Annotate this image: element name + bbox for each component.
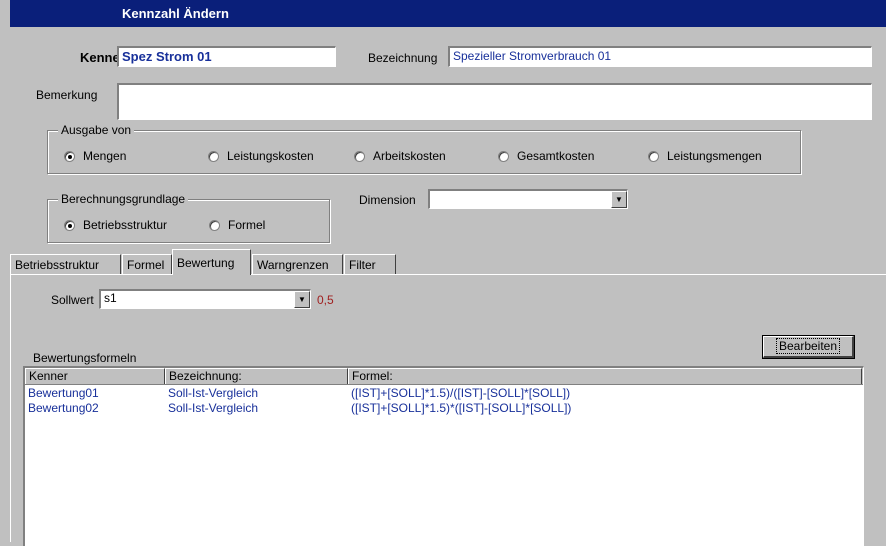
ausgabe-legend: Ausgabe von — [58, 123, 135, 137]
sollwert-label: Sollwert — [51, 293, 94, 307]
radio-label: Betriebsstruktur — [83, 218, 168, 232]
radio-indicator — [208, 150, 219, 162]
title-bar: Kennzahl Ändern — [10, 0, 886, 27]
chevron-down-icon[interactable]: ▼ — [611, 191, 627, 208]
cell-formel: ([IST]+[SOLL]*1.5)*([IST]-[SOLL]*[SOLL]) — [351, 401, 572, 415]
radio-indicator — [354, 150, 365, 162]
bezeichnung-label: Bezeichnung — [368, 51, 438, 65]
cell-kenner: Bewertung02 — [28, 401, 99, 415]
table-row[interactable]: Bewertung01 Soll-Ist-Vergleich ([IST]+[S… — [25, 386, 863, 400]
radio-indicator — [498, 150, 509, 162]
column-header-bezeichnung[interactable]: Bezeichnung: — [165, 368, 348, 384]
berechnung-groupbox: Berechnungsgrundlage Betriebsstruktur Fo… — [47, 192, 330, 243]
berechnung-legend: Berechnungsgrundlage — [58, 192, 189, 206]
tab-filter[interactable]: Filter — [344, 254, 396, 275]
radio-label: Gesamtkosten — [517, 149, 595, 163]
formulas-list[interactable]: Kenner Bezeichnung: Formel: Bewertung01 … — [23, 366, 864, 546]
radio-label: Arbeitskosten — [373, 149, 446, 163]
table-row[interactable]: Bewertung02 Soll-Ist-Vergleich ([IST]+[S… — [25, 401, 863, 415]
radio-label: Mengen — [83, 149, 127, 163]
dimension-value — [430, 191, 433, 205]
radio-gesamtkosten[interactable]: Gesamtkosten — [498, 149, 594, 163]
tab-formel[interactable]: Formel — [122, 254, 172, 275]
tab-panel-bewertung: Sollwert s1 ▼ 0,5 Bewertungsformeln Bear… — [10, 274, 886, 546]
tab-strip: Betriebsstruktur Formel Bewertung Warngr… — [10, 249, 886, 275]
radio-betriebsstruktur[interactable]: Betriebsstruktur — [64, 218, 167, 232]
sollwert-number: 0,5 — [317, 293, 334, 307]
sollwert-select[interactable]: s1 ▼ — [99, 289, 311, 309]
bemerkung-label: Bemerkung — [36, 88, 98, 102]
radio-arbeitskosten[interactable]: Arbeitskosten — [354, 149, 446, 163]
radio-indicator — [64, 150, 75, 162]
ausgabe-groupbox: Ausgabe von Mengen Leistungskosten Arbei… — [47, 123, 801, 174]
cell-bezeichnung: Soll-Ist-Vergleich — [168, 386, 259, 400]
list-header: Kenner Bezeichnung: Formel: — [25, 368, 863, 385]
column-header-kenner[interactable]: Kenner — [25, 368, 165, 384]
bemerkung-input[interactable] — [117, 83, 872, 120]
radio-leistungsmengen[interactable]: Leistungsmengen — [648, 149, 762, 163]
tab-warngrenzen[interactable]: Warngrenzen — [252, 254, 343, 275]
dialog: Kenner Spez Strom 01 Bezeichnung Speziel… — [10, 27, 886, 546]
bearbeiten-button[interactable]: Bearbeiten — [762, 335, 855, 359]
tab-betriebsstruktur[interactable]: Betriebsstruktur — [10, 254, 121, 275]
radio-label: Leistungskosten — [227, 149, 314, 163]
bezeichnung-input[interactable]: Spezieller Stromverbrauch 01 — [448, 46, 872, 67]
radio-indicator — [64, 219, 75, 231]
sollwert-value: s1 — [104, 291, 117, 305]
radio-formel[interactable]: Formel — [209, 218, 265, 232]
radio-indicator — [209, 219, 220, 231]
chevron-down-icon[interactable]: ▼ — [294, 291, 310, 308]
cell-formel: ([IST]+[SOLL]*1.5)/([IST]-[SOLL]*[SOLL]) — [351, 386, 571, 400]
column-header-formel[interactable]: Formel: — [348, 368, 862, 384]
kenner-input[interactable]: Spez Strom 01 — [117, 46, 336, 67]
radio-leistungskosten[interactable]: Leistungskosten — [208, 149, 314, 163]
tab-bewertung[interactable]: Bewertung — [172, 249, 251, 275]
radio-mengen[interactable]: Mengen — [64, 149, 126, 163]
radio-indicator — [648, 150, 659, 162]
dimension-select[interactable]: ▼ — [428, 189, 628, 209]
radio-label: Formel — [228, 218, 266, 232]
cell-kenner: Bewertung01 — [28, 386, 99, 400]
radio-label: Leistungsmengen — [667, 149, 762, 163]
cell-bezeichnung: Soll-Ist-Vergleich — [168, 401, 259, 415]
bewertungsformeln-label: Bewertungsformeln — [33, 351, 137, 365]
bearbeiten-label: Bearbeiten — [775, 338, 841, 354]
window-title: Kennzahl Ändern — [122, 6, 229, 21]
dimension-label: Dimension — [359, 193, 416, 207]
